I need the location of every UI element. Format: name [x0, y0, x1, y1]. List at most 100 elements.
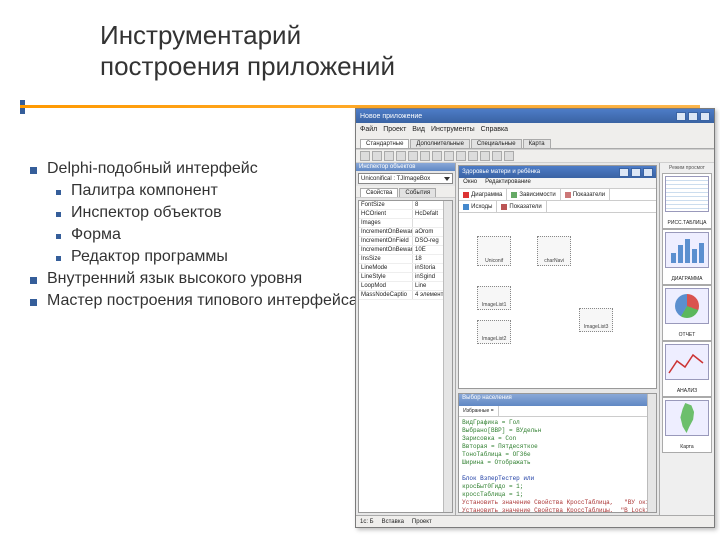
inspector-component-combo[interactable]: Uniconifical : TJImageBox [358, 173, 453, 184]
inspector-property-row[interactable]: HCOrientHcDefalt [359, 210, 452, 219]
inspector-property-row[interactable]: LoopModLine [359, 282, 452, 291]
preview-card[interactable]: РИСС.ТАБЛИЦА [662, 173, 712, 229]
form-minimize-button[interactable] [619, 168, 629, 177]
bullet-icon [30, 299, 37, 306]
menu-view[interactable]: Вид [412, 126, 425, 133]
form-component[interactable]: charNavi [537, 236, 571, 266]
grid-icon [501, 204, 507, 210]
form-component[interactable]: Uniconif [477, 236, 511, 266]
slide-title-line1: Инструментарий [100, 20, 395, 51]
inspector-property-row[interactable]: Images [359, 219, 452, 228]
form-left-label-2: Редактирование [481, 178, 535, 188]
inspector-property-row[interactable]: LineStyleinSgind [359, 273, 452, 282]
chevron-down-icon [444, 177, 450, 181]
palette-component-icon[interactable] [456, 151, 466, 161]
property-name: LineMode [359, 264, 413, 272]
palette-component-icon[interactable] [372, 151, 382, 161]
preview-card[interactable]: ДИАГРАММА [662, 229, 712, 285]
preview-card-label: РИСС.ТАБЛИЦА [668, 220, 707, 226]
property-name: IncrementOnBeware [359, 228, 413, 236]
bullet-1d: Редактор программы [71, 248, 360, 266]
inspector-property-row[interactable]: IncrementOnFieldDSO-reg [359, 237, 452, 246]
code-editor-panel: Выбор населения Избранные = ВидГрафика =… [458, 393, 657, 513]
component-palette-toolbar [356, 149, 714, 163]
inspector-property-row[interactable]: MassNodeCaptio4 элемента [359, 291, 452, 300]
palette-tab-standard[interactable]: Стандартные [360, 139, 409, 148]
preview-card[interactable]: Карта [662, 397, 712, 453]
inspector-property-row[interactable]: LineModeinStoria [359, 264, 452, 273]
inspector-property-grid[interactable]: FontSize8HCOrientHcDefaltImagesIncrement… [358, 200, 453, 513]
preview-card-label: ОТЧЕТ [679, 332, 696, 338]
palette-tab-additional[interactable]: Дополнительные [410, 139, 470, 148]
form-maximize-button[interactable] [631, 168, 641, 177]
bullet-list: Delphi-подобный интерфейс Палитра компон… [30, 160, 360, 314]
property-name: LineStyle [359, 273, 413, 281]
palette-component-icon[interactable] [492, 151, 502, 161]
ide-window: Новое приложение Файл Проект Вид Инструм… [355, 108, 715, 528]
form-component[interactable]: ImageList1 [477, 286, 511, 310]
preview-card[interactable]: АНАЛИЗ [662, 341, 712, 397]
close-button[interactable] [700, 112, 710, 121]
palette-component-icon[interactable] [420, 151, 430, 161]
code-tab[interactable]: Избранные = [459, 406, 498, 416]
code-editor-scrollbar[interactable] [647, 394, 656, 512]
form-tab-diagram[interactable]: Диаграмма [459, 189, 507, 200]
form-subtab-outcomes[interactable]: Исходы [459, 201, 497, 212]
menu-help[interactable]: Справка [481, 126, 508, 133]
property-name: MassNodeCaptio [359, 291, 413, 299]
menu-file[interactable]: Файл [360, 126, 377, 133]
form-tab-deps[interactable]: Зависимости [507, 189, 560, 200]
form-component[interactable]: ImageList2 [477, 320, 511, 344]
slide-title: Инструментарий построения приложений [100, 20, 395, 82]
bullet-1c: Форма [71, 226, 360, 244]
property-name: FontSize [359, 201, 413, 209]
palette-component-icon[interactable] [408, 151, 418, 161]
palette-tab-special[interactable]: Специальные [471, 139, 522, 148]
inspector-tab-events[interactable]: События [399, 188, 436, 197]
inspector-tab-properties[interactable]: Свойства [360, 188, 398, 197]
form-titlebar[interactable]: Здоровье матери и ребёнка [459, 166, 656, 178]
minimize-button[interactable] [676, 112, 686, 121]
bullet-2: Внутренний язык высокого уровня [47, 270, 360, 288]
form-title: Здоровье матери и ребёнка [462, 169, 540, 175]
palette-component-icon[interactable] [480, 151, 490, 161]
property-name: LoopMod [359, 282, 413, 290]
bullet-1b: Инспектор объектов [71, 204, 360, 222]
code-editor-header: Выбор населения [459, 394, 656, 406]
form-subtab-indicators[interactable]: Показатели [497, 201, 546, 212]
inspector-property-row[interactable]: InsSize18 [359, 255, 452, 264]
preview-card-label: АНАЛИЗ [677, 388, 697, 394]
code-editor-text[interactable]: ВидГрафика = Гол Выбрано[ВВР] = ВУдельн … [459, 417, 656, 513]
inspector-property-row[interactable]: FontSize8 [359, 201, 452, 210]
form-close-button[interactable] [643, 168, 653, 177]
inspector-scrollbar[interactable] [443, 201, 452, 512]
component-palette-tabs: Стандартные Дополнительные Специальные К… [356, 135, 714, 149]
menu-tools[interactable]: Инструменты [431, 126, 475, 133]
inspector-property-row[interactable]: IncrementOnBeware10E [359, 246, 452, 255]
form-subtabs: Исходы Показатели [459, 201, 656, 213]
palette-component-icon[interactable] [432, 151, 442, 161]
palette-tab-map[interactable]: Карта [523, 139, 551, 148]
palette-component-icon[interactable] [504, 151, 514, 161]
chart-icon [463, 192, 469, 198]
palette-component-icon[interactable] [396, 151, 406, 161]
bullet-icon [30, 277, 37, 284]
window-titlebar[interactable]: Новое приложение [356, 109, 714, 123]
palette-component-icon[interactable] [360, 151, 370, 161]
bullet-icon [56, 190, 61, 195]
grid-icon [463, 204, 469, 210]
bullet-1: Delphi-подобный интерфейс [47, 160, 360, 178]
palette-component-icon[interactable] [468, 151, 478, 161]
menu-project[interactable]: Проект [383, 126, 406, 133]
palette-component-icon[interactable] [384, 151, 394, 161]
palette-component-icon[interactable] [444, 151, 454, 161]
form-designer[interactable]: Здоровье матери и ребёнка Окно Редактиро… [458, 165, 657, 389]
inspector-property-row[interactable]: IncrementOnBewareaOrom [359, 228, 452, 237]
preview-card[interactable]: ОТЧЕТ [662, 285, 712, 341]
bullet-icon [30, 167, 37, 174]
maximize-button[interactable] [688, 112, 698, 121]
bullet-icon [56, 212, 61, 217]
preview-card-label: Карта [680, 444, 693, 450]
form-tab-indicators[interactable]: Показатели [561, 189, 610, 200]
form-component[interactable]: ImageList3 [579, 308, 613, 332]
